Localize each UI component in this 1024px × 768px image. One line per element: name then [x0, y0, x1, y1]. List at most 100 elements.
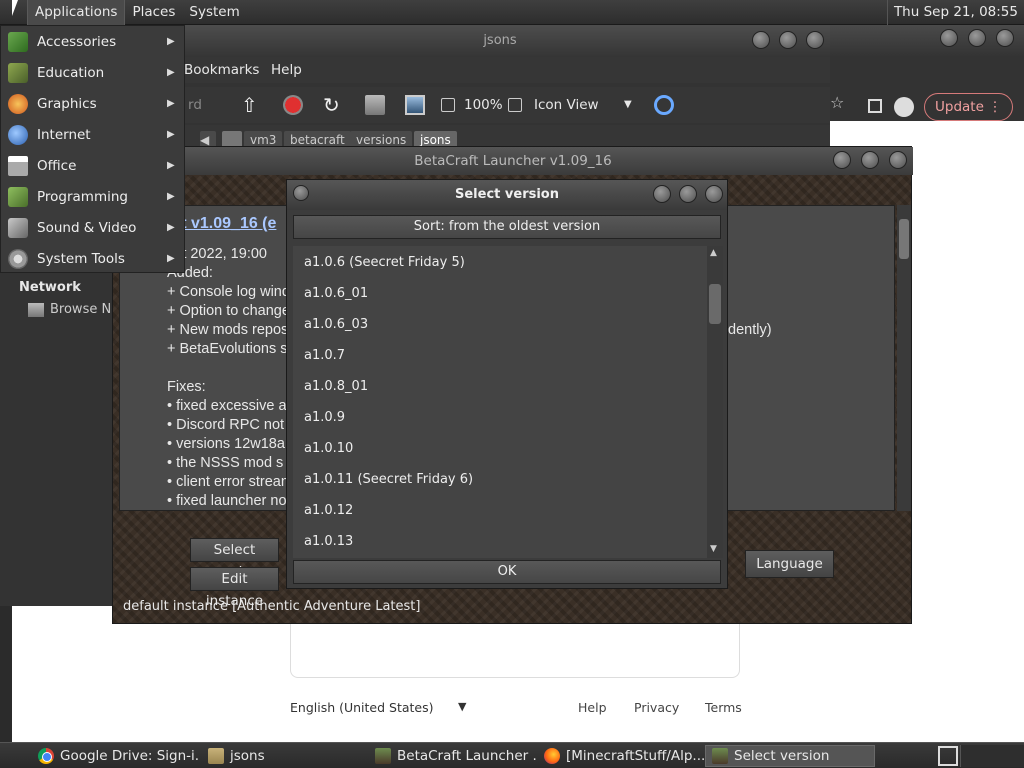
version-list-scroll-thumb[interactable]: [709, 284, 721, 324]
version-list[interactable]: a1.0.6 (Seecret Friday 5) a1.0.6_01 a1.0…: [293, 246, 707, 558]
language-button[interactable]: Language: [745, 550, 834, 578]
version-item[interactable]: a1.0.8_01: [304, 379, 368, 394]
menu-item-internet[interactable]: Internet ▶: [1, 119, 184, 150]
up-arrow-icon[interactable]: ⇧: [241, 95, 261, 115]
network-icon: [28, 302, 44, 317]
version-item[interactable]: a1.0.6_01: [304, 286, 368, 301]
launcher-minimize-button[interactable]: [833, 151, 851, 169]
submenu-arrow-icon: ▶: [167, 67, 175, 78]
system-tools-icon: [8, 248, 28, 269]
help-menu[interactable]: Help: [271, 62, 302, 78]
bookmark-star-icon[interactable]: ☆: [830, 93, 844, 112]
footer-terms-link[interactable]: Terms: [705, 700, 742, 715]
version-item[interactable]: a1.0.7: [304, 348, 345, 363]
launcher-titlebar: BetaCraft Launcher v1.09_16: [113, 147, 913, 175]
side-panel-icon[interactable]: [868, 99, 882, 113]
menu-item-graphics[interactable]: Graphics ▶: [1, 88, 184, 119]
menu-item-sound-video[interactable]: Sound & Video ▶: [1, 212, 184, 243]
version-item[interactable]: a1.0.11 (Seecret Friday 6): [304, 472, 473, 487]
submenu-arrow-icon: ▶: [167, 129, 175, 140]
changelog-line: • fixed launcher no: [167, 493, 287, 509]
task-firefox[interactable]: [MinecraftStuff/Alp...: [538, 745, 704, 767]
clock[interactable]: Thu Sep 21, 08:55: [886, 0, 1018, 25]
zoom-level: 100%: [464, 97, 503, 113]
launcher-title: BetaCraft Launcher v1.09_16: [414, 153, 612, 169]
file-manager-titlebar: jsons: [170, 25, 830, 57]
chrome-icon: [38, 748, 54, 764]
language-select[interactable]: English (United States): [290, 700, 434, 715]
dialog-minimize-button[interactable]: [653, 185, 671, 203]
footer-help-link[interactable]: Help: [578, 700, 607, 715]
zoom-out-icon[interactable]: [441, 98, 455, 112]
browser-minimize-button[interactable]: [940, 29, 958, 47]
select-version-button[interactable]: Select version: [190, 538, 279, 580]
forward-label[interactable]: rd: [188, 97, 202, 113]
view-mode-select[interactable]: Icon View: [534, 97, 599, 113]
version-item[interactable]: a1.0.6 (Seecret Friday 5): [304, 255, 465, 270]
browser-update-button[interactable]: Update ⋮: [924, 93, 1013, 121]
footer-privacy-link[interactable]: Privacy: [634, 700, 679, 715]
browser-maximize-button[interactable]: [968, 29, 986, 47]
applications-menu-button[interactable]: Applications: [27, 0, 126, 25]
task-betacraft-launcher[interactable]: BetaCraft Launcher ...: [369, 745, 537, 767]
select-version-dialog: Select version Sort: from the oldest ver…: [286, 179, 728, 589]
search-icon[interactable]: [654, 95, 674, 115]
stop-icon[interactable]: [283, 95, 303, 115]
view-mode-dropdown-icon[interactable]: ▼: [624, 99, 632, 110]
scroll-down-arrow-icon[interactable]: ▼: [710, 544, 717, 554]
launcher-maximize-button[interactable]: [861, 151, 879, 169]
language-dropdown-arrow-icon[interactable]: ▼: [458, 700, 466, 713]
dialog-title: Select version: [455, 187, 559, 202]
menu-item-system-tools[interactable]: System Tools ▶: [1, 243, 184, 274]
betacraft-icon: [375, 748, 391, 764]
launcher-close-button[interactable]: [889, 151, 907, 169]
zoom-in-icon[interactable]: [508, 98, 522, 112]
changelog-scroll-thumb[interactable]: [899, 219, 909, 259]
task-select-version[interactable]: Select version: [705, 745, 875, 767]
changelog-line: + BetaEvolutions s: [167, 341, 288, 357]
changelog-scrollbar[interactable]: [897, 205, 911, 511]
menu-item-education[interactable]: Education ▶: [1, 57, 184, 88]
dialog-close-button[interactable]: [705, 185, 723, 203]
network-section-label: Network: [19, 280, 81, 295]
computer-icon[interactable]: [405, 95, 425, 115]
changelog-fixes-label: Fixes:: [167, 379, 206, 395]
bookmarks-menu[interactable]: Bookmarks: [184, 62, 259, 78]
version-item[interactable]: a1.0.9: [304, 410, 345, 425]
task-jsons[interactable]: jsons: [202, 745, 366, 767]
submenu-arrow-icon: ▶: [167, 36, 175, 47]
reload-icon[interactable]: ↻: [323, 95, 343, 115]
version-item[interactable]: a1.0.6_03: [304, 317, 368, 332]
changelog-right-fragment: dently): [728, 322, 772, 338]
home-icon[interactable]: [365, 95, 385, 115]
version-item[interactable]: a1.0.13: [304, 534, 353, 549]
changelog-line: • client error strean: [167, 474, 289, 490]
fm-minimize-button[interactable]: [752, 31, 770, 49]
system-menu-button[interactable]: System: [182, 0, 246, 25]
workspace-switcher[interactable]: [960, 745, 1024, 767]
version-item[interactable]: a1.0.12: [304, 503, 353, 518]
dialog-maximize-button[interactable]: [679, 185, 697, 203]
ok-button[interactable]: OK: [293, 560, 721, 584]
folder-icon: [208, 748, 224, 764]
task-google-drive[interactable]: Google Drive: Sign-i...: [32, 745, 200, 767]
version-item[interactable]: a1.0.10: [304, 441, 353, 456]
scroll-up-arrow-icon[interactable]: ▲: [710, 248, 717, 258]
version-list-scrollbar[interactable]: ▲ ▼: [707, 246, 723, 558]
menu-item-office[interactable]: Office ▶: [1, 150, 184, 181]
browse-network-item[interactable]: Browse Ne: [28, 302, 119, 317]
menu-item-accessories[interactable]: Accessories ▶: [1, 26, 184, 57]
browser-close-button[interactable]: [996, 29, 1014, 47]
menu-item-programming[interactable]: Programming ▶: [1, 181, 184, 212]
show-desktop-icon[interactable]: [938, 746, 958, 766]
fm-close-button[interactable]: [806, 31, 824, 49]
places-menu-button[interactable]: Places: [125, 0, 182, 25]
fm-maximize-button[interactable]: [779, 31, 797, 49]
submenu-arrow-icon: ▶: [167, 222, 175, 233]
profile-avatar-icon[interactable]: [894, 97, 914, 117]
sort-order-button[interactable]: Sort: from the oldest version: [293, 215, 721, 239]
submenu-arrow-icon: ▶: [167, 191, 175, 202]
changelog-line: + New mods repos: [167, 322, 289, 338]
edit-instance-button[interactable]: Edit instance: [190, 567, 279, 609]
dialog-menu-button[interactable]: [293, 185, 309, 201]
